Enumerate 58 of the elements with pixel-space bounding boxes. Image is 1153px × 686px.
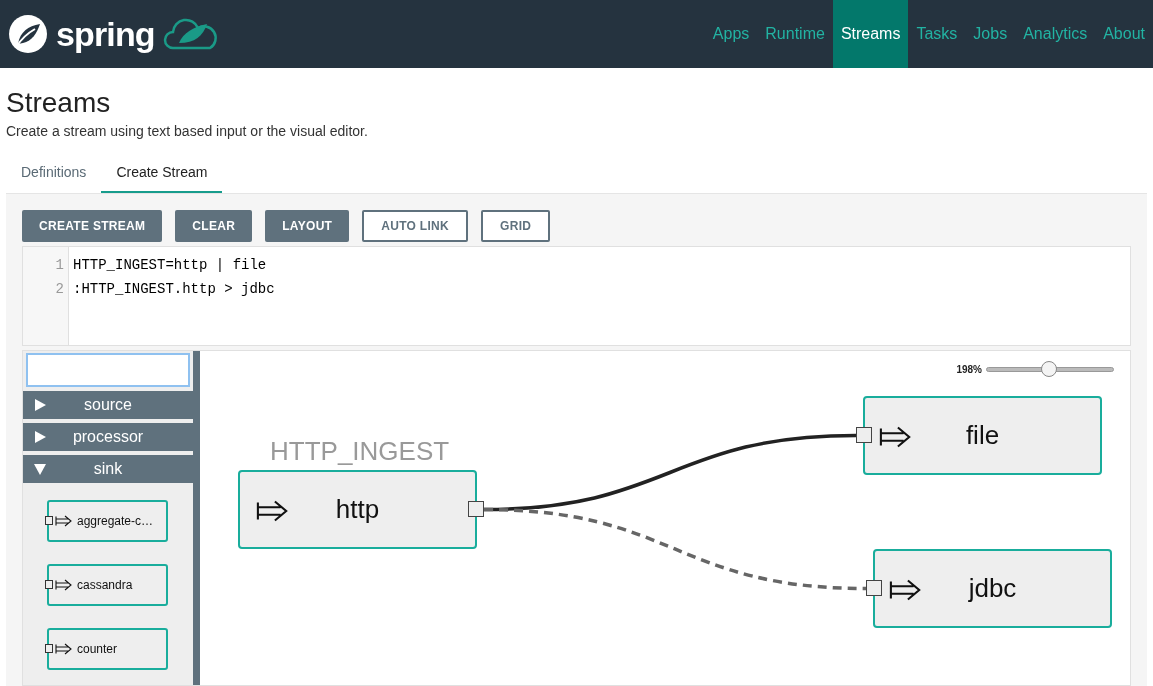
caret-down-icon xyxy=(34,463,46,475)
palette-module[interactable]: cassandra xyxy=(47,564,168,606)
module-name: counter xyxy=(77,641,118,658)
palette-search-field[interactable] xyxy=(26,353,190,387)
nav-link[interactable]: Tasks xyxy=(908,0,966,68)
nav-link[interactable]: About xyxy=(1095,0,1153,68)
caret-right-icon xyxy=(34,399,46,411)
toolbar-button[interactable]: AUTO LINK xyxy=(362,210,469,242)
nav-link[interactable]: Streams xyxy=(832,0,909,68)
nav-link[interactable]: Jobs xyxy=(965,0,1016,68)
input-port-icon[interactable] xyxy=(856,427,872,443)
flow-node[interactable]: http xyxy=(238,470,477,549)
port-icon xyxy=(45,516,53,525)
cloud-leaf-logo-icon xyxy=(162,17,219,51)
arrow-from-bar-icon xyxy=(55,643,73,655)
flow-node[interactable]: jdbc xyxy=(873,549,1112,628)
toolbar-button[interactable]: GRID xyxy=(481,210,551,242)
line-number: 1 xyxy=(54,256,65,275)
palette-module[interactable]: counter xyxy=(47,628,168,670)
toolbar-button[interactable]: CLEAR xyxy=(175,210,253,242)
palette-group-header[interactable]: sink xyxy=(23,455,193,483)
output-port-icon[interactable] xyxy=(468,501,484,517)
input-port-icon[interactable] xyxy=(866,580,882,596)
palette-group-header[interactable]: source xyxy=(23,391,193,419)
code-line: :HTTP_INGEST.http > jdbc xyxy=(73,280,275,299)
flow-node[interactable]: file xyxy=(863,396,1102,475)
arrow-from-bar-icon xyxy=(55,515,73,527)
palette-group-header[interactable]: processor xyxy=(23,423,193,451)
page-title: Streams xyxy=(6,89,112,117)
arrow-from-bar-icon xyxy=(889,578,923,602)
port-icon xyxy=(45,580,53,589)
stream-label: HTTP_INGEST xyxy=(270,435,450,468)
caret-right-icon xyxy=(34,431,46,443)
palette-module[interactable]: aggregate-c… xyxy=(47,500,168,542)
arrow-from-bar-icon xyxy=(256,499,290,523)
port-icon xyxy=(45,644,53,653)
nav-link[interactable]: Analytics xyxy=(1015,0,1096,68)
zoom-thumb[interactable] xyxy=(1040,361,1057,377)
nav-link[interactable]: Runtime xyxy=(757,0,833,68)
tab[interactable]: Definitions xyxy=(6,162,102,193)
node-name: http xyxy=(335,493,380,526)
toolbar-button[interactable]: LAYOUT xyxy=(265,210,350,242)
zoom-slider[interactable] xyxy=(986,361,1114,377)
node-name: file xyxy=(965,419,1000,452)
page-subtitle: Create a stream using text based input or the visual editor. xyxy=(6,122,369,141)
module-name: aggregate-c… xyxy=(77,513,154,530)
logo-text: spring xyxy=(56,17,155,51)
line-number: 2 xyxy=(54,280,65,299)
zoom-reading: 198% xyxy=(956,362,982,377)
arrow-from-bar-icon xyxy=(55,579,73,591)
arrow-from-bar-icon xyxy=(879,425,913,449)
leaf-logo-icon xyxy=(8,14,48,54)
toolbar-button[interactable]: CREATE STREAM xyxy=(22,210,163,242)
node-name: jdbc xyxy=(968,572,1017,605)
module-name: cassandra xyxy=(77,577,133,594)
nav-link[interactable]: Apps xyxy=(704,0,758,68)
code-editor[interactable]: 1 2 HTTP_INGEST=http | file :HTTP_INGEST.http > jdbc xyxy=(22,246,1131,346)
code-line: HTTP_INGEST=http | file xyxy=(73,256,268,275)
